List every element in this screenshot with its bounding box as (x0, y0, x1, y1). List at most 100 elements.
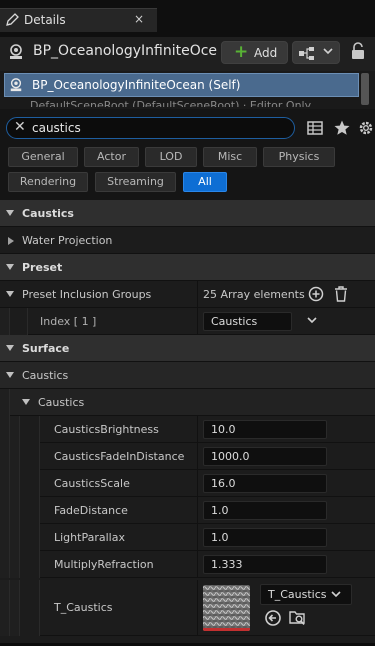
component-tree: BP_OceanologyInfiniteOcean (Self) Defaul… (0, 71, 375, 109)
tree-item-label: BP_OceanologyInfiniteOcean (Self) (32, 78, 241, 92)
filter-physics[interactable]: Physics (263, 147, 335, 167)
property-water-projection[interactable]: Water Projection (0, 227, 375, 254)
trash-icon[interactable] (334, 286, 348, 302)
indent-guide (10, 470, 20, 497)
property-caustics-brightness[interactable]: CausticsBrightness 10.0 (0, 416, 375, 443)
gear-icon[interactable] (357, 119, 375, 137)
filter-actor[interactable]: Actor (84, 147, 139, 167)
category-label: Preset (22, 261, 63, 274)
indent-guide (0, 470, 10, 497)
indent-guide (0, 497, 10, 524)
column-splitter[interactable] (197, 308, 198, 335)
property-t-caustics[interactable]: T_Caustics T_Caustics (0, 580, 375, 636)
tree-scrollbar[interactable] (361, 73, 369, 105)
property-light-parallax[interactable]: LightParallax 1.0 (0, 524, 375, 551)
plus-icon: + (234, 42, 249, 62)
indent-guide (10, 416, 20, 443)
tab-details[interactable]: Details × (0, 8, 157, 32)
indent-guide (20, 470, 40, 497)
column-splitter[interactable] (197, 416, 198, 443)
property-label: Preset Inclusion Groups (22, 288, 152, 301)
caustics-brightness-field[interactable]: 10.0 (203, 420, 327, 439)
property-label: MultiplyRefraction (54, 558, 154, 571)
property-label: Water Projection (22, 234, 113, 247)
filter-lod[interactable]: LOD (145, 147, 197, 167)
table-view-icon[interactable] (306, 119, 324, 137)
multiply-refraction-field[interactable]: 1.333 (203, 555, 327, 574)
texture-asset-picker[interactable]: T_Caustics (260, 584, 352, 605)
property-caustics-fade-in-distance[interactable]: CausticsFadeInDistance 1000.0 (0, 443, 375, 470)
lock-icon[interactable] (350, 42, 366, 60)
subgroup-caustics[interactable]: Caustics (0, 389, 375, 416)
indent-guide (10, 551, 20, 578)
column-splitter[interactable] (197, 524, 198, 551)
column-splitter[interactable] (197, 551, 198, 578)
actor-name: BP_OceanologyInfiniteOce (33, 43, 218, 59)
search-input[interactable] (32, 120, 287, 136)
details-panel: Caustics Water Projection Preset Preset … (0, 200, 375, 646)
property-caustics-scale[interactable]: CausticsScale 16.0 (0, 470, 375, 497)
filter-streaming[interactable]: Streaming (95, 172, 176, 192)
category-preset[interactable]: Preset (0, 254, 375, 281)
collapse-arrow-icon (6, 210, 14, 216)
clear-search-icon[interactable]: ✕ (14, 119, 26, 135)
column-splitter[interactable] (197, 470, 198, 497)
filter-misc[interactable]: Misc (203, 147, 257, 167)
property-multiply-refraction[interactable]: MultiplyRefraction 1.333 (0, 551, 375, 578)
close-icon[interactable]: × (134, 12, 144, 26)
property-label: LightParallax (54, 531, 125, 544)
category-label: Caustics (22, 207, 74, 220)
indent-guide (0, 580, 10, 636)
column-splitter[interactable] (197, 580, 198, 636)
property-label: Index [ 1 ] (40, 315, 97, 328)
use-selected-asset-icon[interactable] (264, 609, 282, 627)
category-label: Surface (22, 342, 70, 355)
texture-thumbnail[interactable] (203, 585, 250, 631)
property-label: T_Caustics (54, 601, 113, 614)
property-label: CausticsScale (54, 477, 130, 490)
indent-guide (0, 443, 10, 470)
light-parallax-field[interactable]: 1.0 (203, 528, 327, 547)
group-label: Caustics (22, 369, 69, 382)
indent-guide (20, 551, 40, 578)
expand-arrow-icon (8, 237, 14, 245)
collapse-arrow-icon (6, 372, 14, 378)
indent-guide (0, 389, 10, 416)
property-index-1[interactable]: Index [ 1 ] Caustics (0, 308, 375, 335)
indent-guide (20, 524, 40, 551)
column-splitter[interactable] (197, 281, 198, 308)
pencil-icon (6, 13, 19, 26)
group-caustics[interactable]: Caustics (0, 362, 375, 389)
tree-item-self[interactable]: BP_OceanologyInfiniteOcean (Self) (4, 73, 359, 97)
filter-rendering[interactable]: Rendering (8, 172, 88, 192)
blueprint-options-button[interactable] (292, 41, 340, 64)
chevron-down-icon[interactable] (307, 317, 317, 324)
category-caustics[interactable]: Caustics (0, 200, 375, 227)
category-surface[interactable]: Surface (0, 335, 375, 362)
column-splitter[interactable] (197, 497, 198, 524)
collapse-arrow-icon (6, 264, 14, 270)
property-preset-inclusion-groups[interactable]: Preset Inclusion Groups 25 Array element… (0, 281, 375, 308)
property-label: CausticsFadeInDistance (54, 450, 185, 463)
add-component-button[interactable]: + Add (221, 41, 288, 64)
property-fade-distance[interactable]: FadeDistance 1.0 (0, 497, 375, 524)
indent-guide (0, 524, 10, 551)
index-value-field[interactable]: Caustics (203, 312, 292, 331)
caustics-fade-in-distance-field[interactable]: 1000.0 (203, 447, 327, 466)
indent-guide (10, 443, 20, 470)
tree-item-scene-root[interactable]: DefaultSceneRoot (DefaultSceneRoot) · Ed… (30, 99, 360, 107)
filter-all[interactable]: All (183, 172, 227, 192)
filter-bar: General Actor LOD Misc Physics Rendering… (0, 147, 375, 195)
filter-general[interactable]: General (8, 147, 78, 167)
array-count: 25 Array elements (203, 288, 305, 301)
column-splitter[interactable] (197, 443, 198, 470)
caustics-scale-field[interactable]: 16.0 (203, 474, 327, 493)
hierarchy-icon (299, 47, 314, 60)
actor-header: BP_OceanologyInfiniteOce + Add (0, 37, 375, 71)
star-icon[interactable] (333, 119, 351, 137)
browse-asset-icon[interactable] (288, 609, 306, 627)
add-element-icon[interactable] (308, 286, 324, 302)
indent-guide (0, 551, 10, 578)
fade-distance-field[interactable]: 1.0 (203, 501, 327, 520)
search-field[interactable]: ✕ (6, 117, 295, 139)
